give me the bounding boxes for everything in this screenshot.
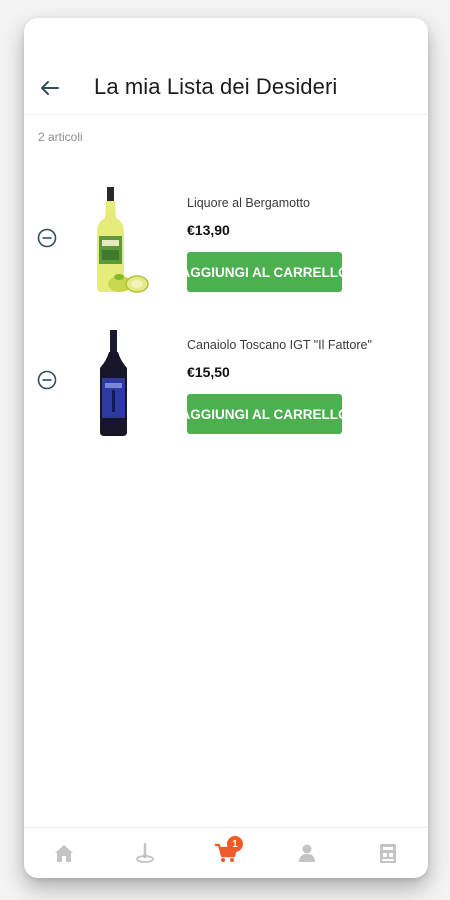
remove-item-button[interactable] xyxy=(36,227,58,249)
user-icon xyxy=(298,844,315,862)
minus-circle-icon xyxy=(37,228,57,248)
home-icon xyxy=(55,845,74,862)
product-price: €13,90 xyxy=(187,222,230,238)
app-screen: La mia Lista dei Desideri 2 articoli Liq… xyxy=(24,18,428,878)
back-button[interactable] xyxy=(36,74,64,102)
map-pin-icon xyxy=(136,842,155,863)
product-name[interactable]: Canaiolo Toscano IGT "Il Fattore" xyxy=(187,338,372,352)
minus-circle-icon xyxy=(37,370,57,390)
arrow-left-icon xyxy=(41,81,59,95)
wishlist-item: Liquore al Bergamotto €13,90 AGGIUNGI AL… xyxy=(24,176,428,300)
product-name[interactable]: Liquore al Bergamotto xyxy=(187,196,310,210)
item-count: 2 articoli xyxy=(38,130,83,144)
page-title: La mia Lista dei Desideri xyxy=(94,74,338,99)
nav-home[interactable] xyxy=(44,833,84,873)
nav-location[interactable] xyxy=(125,833,165,873)
nav-cart[interactable]: 1 xyxy=(206,833,246,873)
add-to-cart-button[interactable]: AGGIUNGI AL CARRELLO xyxy=(187,394,342,434)
product-image-bergamot-liqueur xyxy=(97,187,149,293)
add-to-cart-button[interactable]: AGGIUNGI AL CARRELLO xyxy=(187,252,342,292)
bottom-nav: 1 xyxy=(24,827,428,878)
store-icon xyxy=(379,844,396,863)
remove-item-button[interactable] xyxy=(36,369,58,391)
wishlist-item: Canaiolo Toscano IGT "Il Fattore" €15,50… xyxy=(24,318,428,442)
product-price: €15,50 xyxy=(187,364,230,380)
product-image-red-wine xyxy=(100,330,127,436)
cart-badge: 1 xyxy=(226,836,243,852)
nav-profile[interactable] xyxy=(287,833,327,873)
header: La mia Lista dei Desideri xyxy=(24,18,428,115)
nav-store[interactable] xyxy=(368,833,408,873)
